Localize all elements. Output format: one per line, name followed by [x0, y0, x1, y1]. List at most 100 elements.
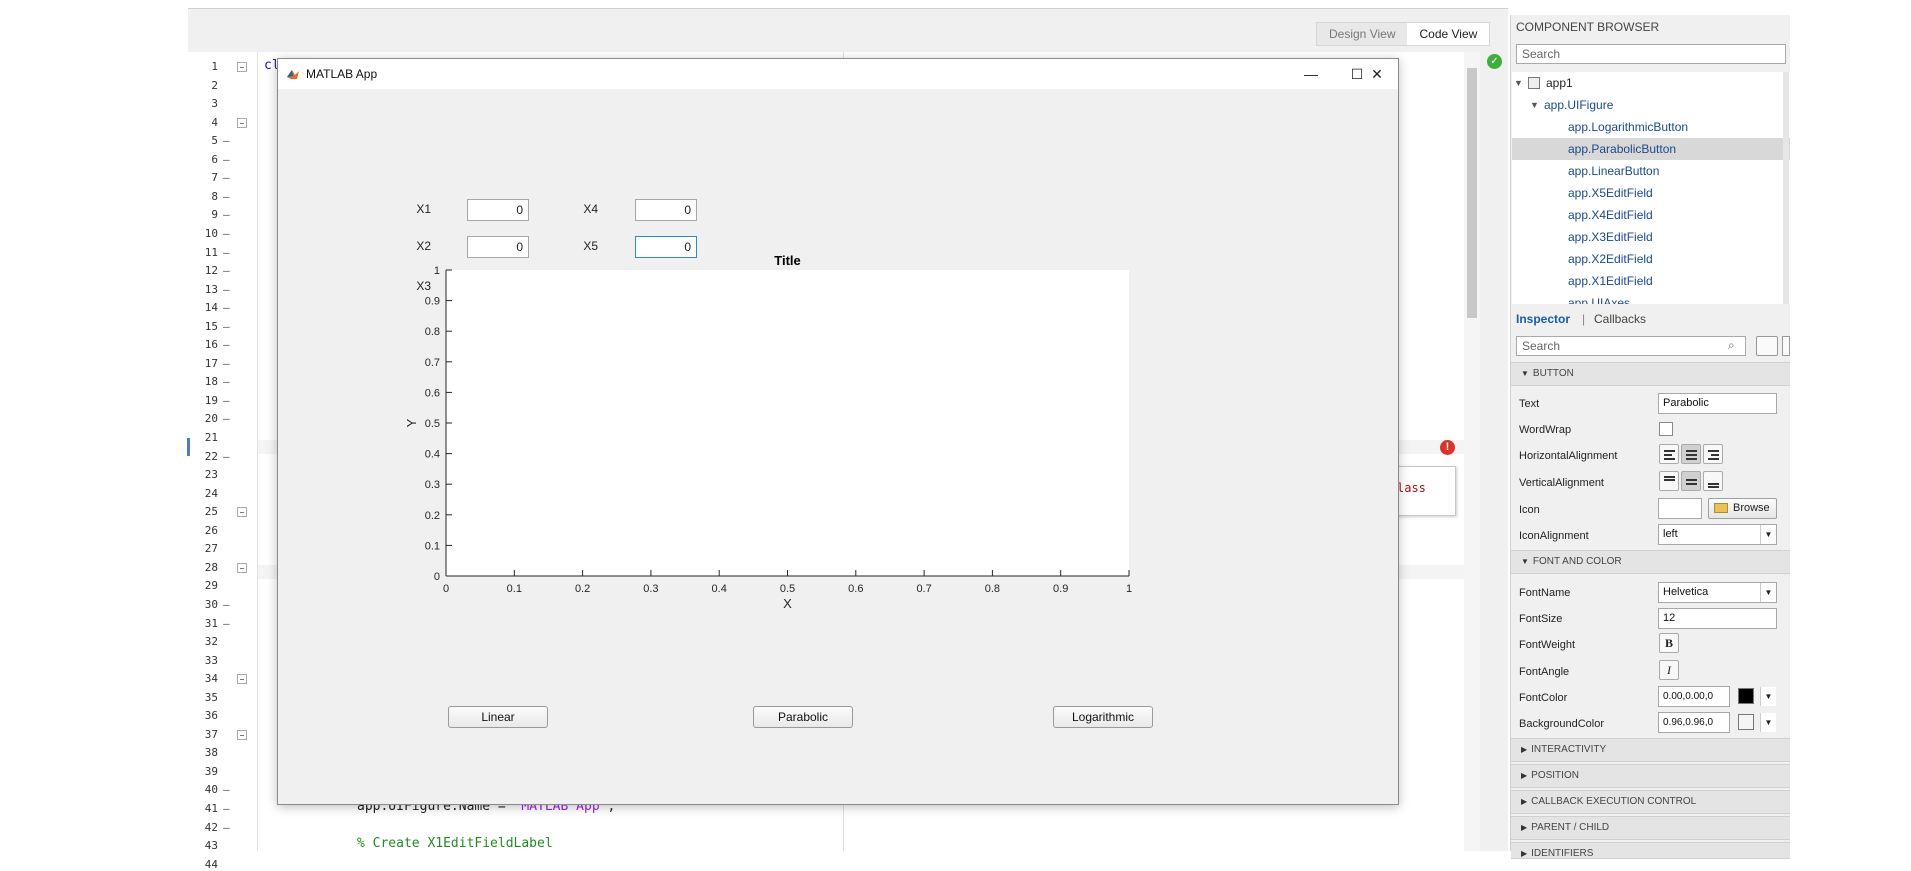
tree-item[interactable]: app.LogarithmicButton — [1512, 116, 1790, 138]
section-position[interactable]: ▶ POSITION — [1511, 764, 1790, 788]
fontcolor-field[interactable]: 0.00,0.00,0 — [1658, 686, 1730, 707]
design-view-tab[interactable]: Design View — [1317, 23, 1407, 45]
code-comment-44[interactable]: % Create X1EditFieldLabel — [357, 836, 553, 851]
bold-button[interactable]: B — [1659, 633, 1679, 653]
y-tick-label: 1 — [434, 265, 440, 277]
valign-middle-button[interactable] — [1681, 471, 1701, 491]
logarithmic-button[interactable]: Logarithmic — [1053, 706, 1153, 728]
breakpoint-marker[interactable]: – — [223, 320, 230, 333]
backgroundcolor-field[interactable]: 0.96,0.96,0 — [1658, 712, 1730, 733]
tree-item[interactable]: ▼ app1 — [1512, 72, 1790, 94]
align-left-button[interactable] — [1659, 444, 1679, 464]
valign-top-button[interactable] — [1659, 471, 1679, 491]
section-font-and-color[interactable]: ▼ FONT AND COLOR — [1511, 550, 1790, 574]
breakpoint-marker[interactable]: – — [223, 190, 230, 203]
breakpoint-marker[interactable]: – — [223, 338, 230, 351]
editor-scroll-thumb[interactable] — [1467, 68, 1477, 318]
error-tooltip-text: lass — [1397, 481, 1426, 495]
sort-icon[interactable] — [1782, 336, 1790, 356]
breakpoint-marker[interactable]: – — [223, 394, 230, 407]
breakpoint-marker[interactable]: – — [223, 412, 230, 425]
section-button[interactable]: ▼ BUTTON — [1511, 362, 1790, 386]
parabolic-button[interactable]: Parabolic — [753, 706, 853, 728]
expand-arrow-icon[interactable]: ▼ — [1514, 72, 1523, 94]
tab-inspector[interactable]: Inspector — [1516, 312, 1570, 326]
tree-item[interactable]: app.X1EditField — [1512, 270, 1790, 292]
section-callback-execution-control[interactable]: ▶ CALLBACK EXECUTION CONTROL — [1511, 790, 1790, 814]
fontsize-field[interactable]: 12 — [1658, 608, 1777, 629]
valign-bottom-button[interactable] — [1703, 471, 1723, 491]
breakpoint-marker[interactable]: – — [223, 375, 230, 388]
tree-item[interactable]: app.X4EditField — [1512, 204, 1790, 226]
section-identifiers[interactable]: ▶ IDENTIFIERS — [1511, 842, 1790, 859]
tree-item[interactable]: app.LinearButton — [1512, 160, 1790, 182]
plot-area — [446, 270, 1129, 576]
breakpoint-marker[interactable]: – — [223, 598, 230, 611]
tree-item[interactable]: app.X3EditField — [1512, 226, 1790, 248]
backgroundcolor-swatch[interactable] — [1738, 714, 1754, 730]
tab-callbacks[interactable]: Callbacks — [1594, 312, 1646, 326]
component-search-input[interactable]: Search — [1516, 44, 1786, 64]
close-button[interactable]: ✕ — [1354, 59, 1400, 89]
chevron-down-icon[interactable]: ▼ — [1760, 525, 1776, 544]
code-view-tab[interactable]: Code View — [1407, 23, 1490, 45]
tree-item-label: app.UIAxes — [1568, 296, 1631, 304]
breakpoint-marker[interactable]: – — [223, 227, 230, 240]
error-icon[interactable]: ! — [1440, 440, 1455, 455]
x5-edit-field[interactable]: 0 — [635, 236, 697, 258]
breakpoint-marker[interactable]: – — [223, 357, 230, 370]
fontcolor-swatch[interactable] — [1738, 688, 1754, 704]
tree-item[interactable]: ▼ app.UIFigure — [1512, 94, 1790, 116]
tree-item[interactable]: app.X5EditField — [1512, 182, 1790, 204]
line-number: 13 — [204, 282, 218, 296]
section-callback-label: CALLBACK EXECUTION CONTROL — [1531, 796, 1697, 807]
linear-button[interactable]: Linear — [448, 706, 548, 728]
breakpoint-marker[interactable]: – — [223, 821, 230, 834]
breakpoint-marker[interactable]: – — [223, 246, 230, 259]
browse-button[interactable]: Browse — [1708, 498, 1777, 519]
fold-toggle-icon[interactable] — [237, 674, 247, 685]
breakpoint-marker[interactable]: – — [223, 283, 230, 296]
inspector-search-input[interactable]: Search — [1516, 336, 1746, 356]
matlab-logo-icon — [287, 70, 299, 79]
section-parent-child[interactable]: ▶ PARENT / CHILD — [1511, 816, 1790, 840]
fold-toggle-icon[interactable] — [237, 562, 247, 573]
ui-axes[interactable]: 0 0.1 0.2 0.3 0.4 0.5 0.6 0.7 0.8 0.9 1 0 0.1 0.2 0.3 0… — [404, 253, 1132, 619]
text-field[interactable]: Parabolic — [1658, 393, 1777, 414]
breakpoint-marker[interactable]: – — [223, 208, 230, 221]
breakpoint-marker[interactable]: – — [223, 450, 230, 463]
tree-scrollbar[interactable] — [1783, 72, 1789, 304]
chevron-down-icon[interactable]: ▼ — [1760, 583, 1776, 602]
expand-arrow-icon[interactable]: ▼ — [1530, 94, 1539, 116]
tree-item[interactable]: app.X2EditField — [1512, 248, 1790, 270]
breakpoint-marker[interactable]: – — [223, 301, 230, 314]
fold-toggle-icon[interactable] — [237, 117, 247, 128]
breakpoint-marker[interactable]: – — [223, 264, 230, 277]
app-titlebar[interactable]: MATLAB App — ☐ ✕ — [278, 59, 1398, 89]
wordwrap-checkbox[interactable] — [1659, 422, 1673, 436]
minimize-button[interactable]: — — [1288, 59, 1334, 89]
align-right-button[interactable] — [1703, 444, 1723, 464]
chevron-down-icon[interactable]: ▼ — [1760, 687, 1776, 706]
x4-edit-field[interactable]: 0 — [635, 199, 697, 221]
breakpoint-marker[interactable]: – — [223, 171, 230, 184]
x1-edit-field[interactable]: 0 — [467, 199, 529, 221]
tree-item[interactable]: app.ParabolicButton — [1512, 138, 1790, 160]
x-tick-label: 0.5 — [780, 583, 795, 595]
align-center-button[interactable] — [1681, 444, 1701, 464]
breakpoint-marker[interactable]: – — [223, 617, 230, 630]
icon-field[interactable] — [1658, 498, 1702, 519]
breakpoint-marker[interactable]: – — [223, 153, 230, 166]
fold-toggle-icon[interactable] — [237, 507, 247, 518]
breakpoint-marker[interactable]: – — [223, 134, 230, 147]
breakpoint-marker[interactable]: – — [223, 783, 230, 796]
fold-toggle-icon[interactable] — [237, 62, 247, 72]
list-view-icon[interactable] — [1756, 336, 1778, 356]
italic-button[interactable]: I — [1659, 660, 1679, 680]
fold-toggle-icon[interactable] — [237, 729, 247, 740]
section-interactivity[interactable]: ▶ INTERACTIVITY — [1511, 738, 1790, 762]
x2-edit-field[interactable]: 0 — [467, 236, 529, 258]
breakpoint-marker[interactable]: – — [223, 802, 230, 815]
tree-item[interactable]: app.UIAxes — [1512, 292, 1790, 304]
chevron-down-icon[interactable]: ▼ — [1760, 713, 1776, 732]
